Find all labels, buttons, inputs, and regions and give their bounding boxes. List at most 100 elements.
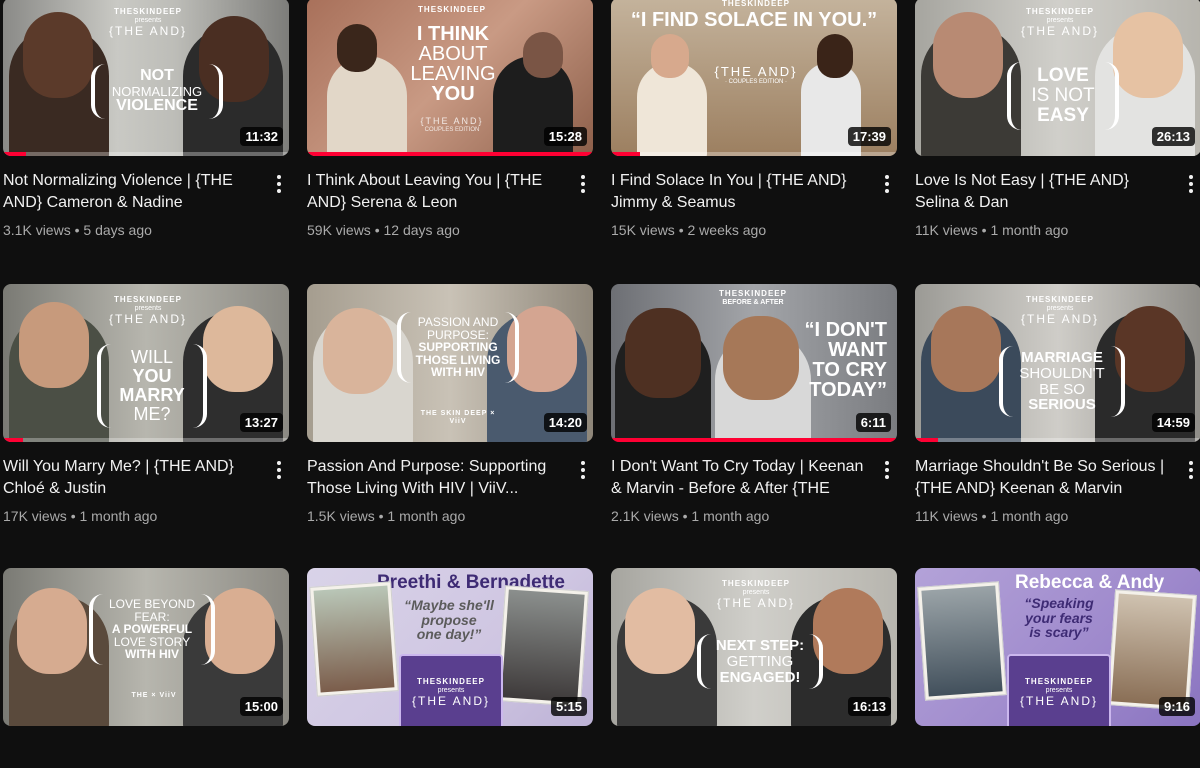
duration-badge: 15:28	[543, 127, 587, 146]
video-title[interactable]: Passion And Purpose: Supporting Those Li…	[307, 456, 565, 500]
person-left	[327, 56, 407, 156]
duration-badge: 6:11	[855, 413, 891, 432]
duration-badge: 15:00	[239, 697, 283, 716]
video-card[interactable]: THESKINDEEP I THINK ABOUT LEAVING YOU {T…	[307, 0, 593, 284]
video-title[interactable]: Will You Marry Me? | {THE AND} Chloé & J…	[3, 456, 261, 500]
video-title[interactable]: Not Normalizing Violence | {THE AND} Cam…	[3, 170, 261, 214]
video-card[interactable]: THESKINDEEP presents {THE AND} NEXT STEP…	[611, 568, 897, 768]
photo-card-right	[1107, 589, 1197, 711]
video-title[interactable]: I Find Solace In You | {THE AND} Jimmy &…	[611, 170, 869, 214]
thumbnail-headline: LOVE IS NOT EASY	[1007, 62, 1119, 130]
video-meta: Will You Marry Me? | {THE AND} Chloé & J…	[3, 442, 289, 526]
video-card[interactable]: LOVE BEYOND FEAR: A POWERFUL LOVE STORY …	[3, 568, 289, 768]
brand-logo: THESKINDEEP presents {THE AND}	[411, 677, 491, 709]
partner-logos: THE × ViiV	[131, 692, 177, 699]
video-stats: 1.5K views • 1 month ago	[307, 508, 466, 524]
view-count: 17K views	[3, 508, 67, 524]
face-right	[813, 588, 883, 674]
video-card[interactable]: PASSION AND PURPOSE: SUPPORTING THOSE LI…	[307, 284, 593, 568]
more-vert-icon[interactable]	[879, 458, 895, 482]
thumbnail-headline: I THINK ABOUT LEAVING YOU	[410, 23, 496, 105]
video-card[interactable]: THESKINDEEP presents {THE AND} LOVE IS N…	[915, 0, 1200, 284]
duration-badge: 13:27	[239, 413, 283, 432]
duration-badge: 5:15	[550, 697, 587, 716]
brand-logo: THESKINDEEP presents {THE AND}	[1020, 295, 1100, 327]
view-count: 2.1K views	[611, 508, 679, 524]
face-left	[337, 24, 377, 72]
brand-logo: THESKINDEEP presents {THE AND}	[1020, 7, 1100, 39]
video-thumbnail[interactable]: THESKINDEEP BEFORE & AFTER “I DON'T WANT…	[611, 284, 897, 442]
more-vert-icon[interactable]	[879, 172, 895, 196]
face-right	[817, 34, 853, 78]
video-card[interactable]: THESKINDEEP BEFORE & AFTER “I DON'T WANT…	[611, 284, 897, 568]
face-left	[23, 12, 93, 98]
video-meta: Passion And Purpose: Supporting Those Li…	[307, 442, 593, 526]
video-meta: I Think About Leaving You | {THE AND} Se…	[307, 156, 593, 240]
video-thumbnail[interactable]: THESKINDEEP presents {THE AND} NOT NORMA…	[3, 0, 289, 156]
upload-age: 5 days ago	[83, 222, 152, 238]
video-thumbnail[interactable]: THESKINDEEP “I FIND SOLACE IN YOU.” {THE…	[611, 0, 897, 156]
photo-card-left	[309, 581, 399, 697]
video-card[interactable]: THESKINDEEP presents {THE AND} NOT NORMA…	[3, 0, 289, 284]
brand-logo: THESKINDEEP	[418, 5, 486, 14]
face-left	[931, 306, 1001, 392]
video-card[interactable]: Preethi & Bernadette “Maybe she'll propo…	[307, 568, 593, 768]
more-vert-icon[interactable]	[271, 172, 287, 196]
duration-badge: 11:32	[240, 127, 283, 146]
video-thumbnail[interactable]: PASSION AND PURPOSE: SUPPORTING THOSE LI…	[307, 284, 593, 442]
video-meta: Not Normalizing Violence | {THE AND} Cam…	[3, 156, 289, 240]
brand-logo: THESKINDEEP presents {THE AND}	[108, 7, 188, 39]
video-thumbnail[interactable]: THESKINDEEP presents {THE AND} WILL YOU …	[3, 284, 289, 442]
video-thumbnail[interactable]: LOVE BEYOND FEAR: A POWERFUL LOVE STORY …	[3, 568, 289, 726]
duration-badge: 14:20	[543, 413, 587, 432]
photo-right	[501, 589, 585, 703]
video-thumbnail[interactable]: THESKINDEEP presents {THE AND} NEXT STEP…	[611, 568, 897, 726]
duration-badge: 14:59	[1151, 413, 1195, 432]
video-card[interactable]: Rebecca & Andy “Speaking your fears is s…	[915, 568, 1200, 768]
upload-age: 1 month ago	[387, 508, 466, 524]
thumbnail-headline: NOT NORMALIZING VIOLENCE	[91, 64, 223, 120]
video-card[interactable]: THESKINDEEP “I FIND SOLACE IN YOU.” {THE…	[611, 0, 897, 284]
brand-logo: THESKINDEEP presents {THE AND}	[108, 295, 188, 327]
upload-age: 1 month ago	[691, 508, 770, 524]
photo-left	[921, 585, 1003, 697]
face-right	[205, 588, 275, 674]
face-left	[933, 12, 1003, 98]
video-meta: I Find Solace In You | {THE AND} Jimmy &…	[611, 156, 897, 240]
more-vert-icon[interactable]	[1183, 458, 1199, 482]
series-tag: {THE AND} COUPLES EDITION	[420, 116, 484, 133]
video-grid: THESKINDEEP presents {THE AND} NOT NORMA…	[3, 0, 1200, 768]
thumbnail-headline: PASSION AND PURPOSE: SUPPORTING THOSE LI…	[397, 312, 519, 383]
photo-card-left	[917, 581, 1007, 701]
video-title[interactable]: Marriage Shouldn't Be So Serious | {THE …	[915, 456, 1173, 500]
video-card[interactable]: THESKINDEEP presents {THE AND} WILL YOU …	[3, 284, 289, 568]
video-thumbnail[interactable]: Preethi & Bernadette “Maybe she'll propo…	[307, 568, 593, 726]
upload-age: 1 month ago	[990, 508, 1069, 524]
video-title[interactable]: I Don't Want To Cry Today | Keenan & Mar…	[611, 456, 869, 500]
video-thumbnail[interactable]: Rebecca & Andy “Speaking your fears is s…	[915, 568, 1200, 726]
duration-badge: 17:39	[847, 127, 891, 146]
thumbnail-headline: NEXT STEP: GETTING ENGAGED!	[697, 634, 823, 690]
video-thumbnail[interactable]: THESKINDEEP I THINK ABOUT LEAVING YOU {T…	[307, 0, 593, 156]
face-left	[17, 588, 87, 674]
view-count: 11K views	[915, 508, 978, 524]
video-title[interactable]: Love Is Not Easy | {THE AND} Selina & Da…	[915, 170, 1173, 214]
video-card[interactable]: THESKINDEEP presents {THE AND} MARRIAGE …	[915, 284, 1200, 568]
video-title[interactable]: I Think About Leaving You | {THE AND} Se…	[307, 170, 565, 214]
more-vert-icon[interactable]	[1183, 172, 1199, 196]
upload-age: 1 month ago	[79, 508, 158, 524]
face-left	[323, 308, 393, 394]
thumbnail-quote: “Maybe she'll propose one day!”	[404, 597, 494, 643]
more-vert-icon[interactable]	[575, 458, 591, 482]
partner-logos: THE SKIN DEEP × ViiV	[420, 410, 496, 425]
video-thumbnail[interactable]: THESKINDEEP presents {THE AND} LOVE IS N…	[915, 0, 1200, 156]
brand-logo: THESKINDEEP BEFORE & AFTER	[719, 289, 787, 306]
video-stats: 17K views • 1 month ago	[3, 508, 158, 524]
brand-card: THESKINDEEP presents {THE AND}	[399, 654, 503, 726]
more-vert-icon[interactable]	[271, 458, 287, 482]
more-vert-icon[interactable]	[575, 172, 591, 196]
video-meta: I Don't Want To Cry Today | Keenan & Mar…	[611, 442, 897, 526]
photo-left	[313, 585, 395, 693]
brand-logo: THESKINDEEP presents {THE AND}	[1019, 677, 1099, 709]
video-thumbnail[interactable]: THESKINDEEP presents {THE AND} MARRIAGE …	[915, 284, 1200, 442]
